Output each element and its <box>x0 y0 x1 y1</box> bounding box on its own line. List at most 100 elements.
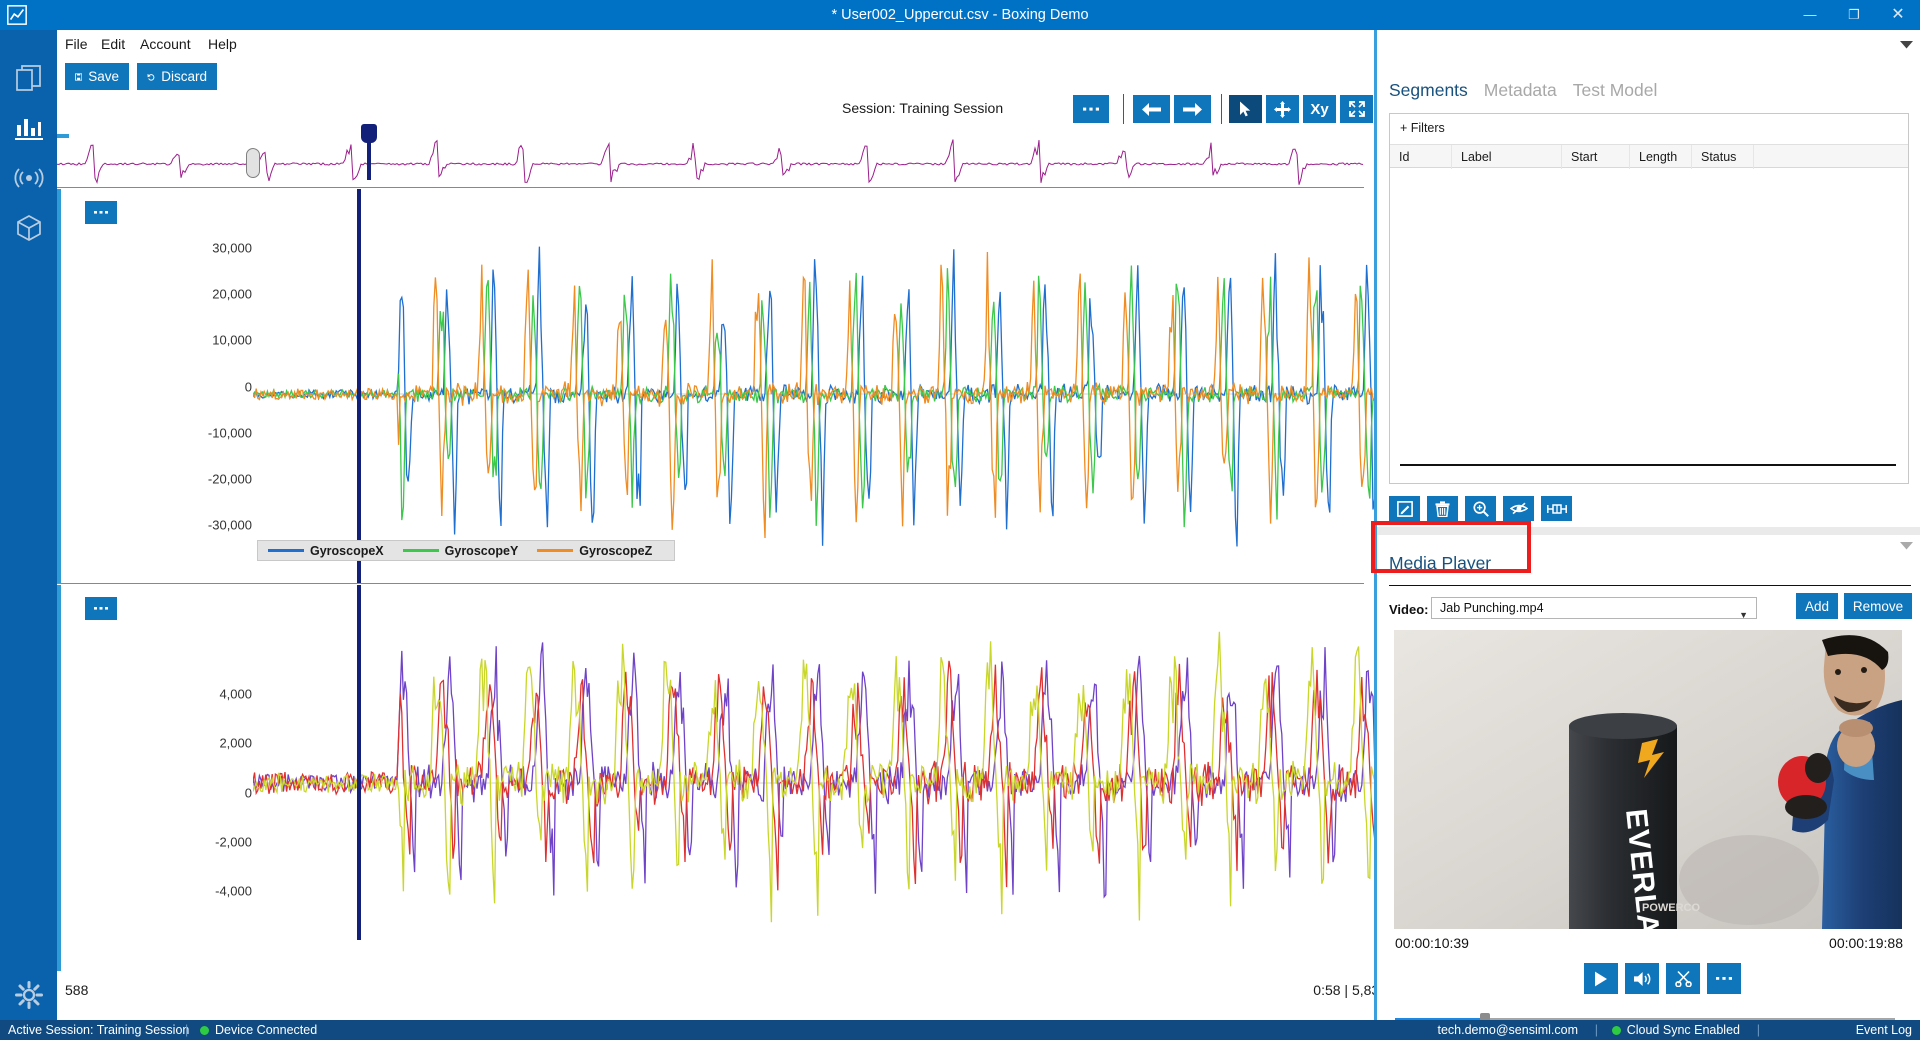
legend-item[interactable]: GyroscopeY <box>402 543 519 558</box>
delete-segment-button[interactable] <box>1427 496 1458 521</box>
select-tool-button[interactable] <box>1229 95 1262 123</box>
sample-index-value: 588 <box>65 982 89 998</box>
legend-label: GyroscopeY <box>444 543 519 558</box>
discard-button[interactable]: Discard <box>137 63 217 90</box>
sidebar-item-settings[interactable] <box>0 970 57 1020</box>
tab-segments[interactable]: Segments <box>1389 80 1468 101</box>
media-player-highlight-box <box>1371 521 1531 573</box>
status-bar: Active Session: Training Session | Devic… <box>0 1020 1920 1040</box>
ellipsis-icon <box>1716 977 1732 980</box>
previous-file-button[interactable] <box>1133 95 1170 123</box>
column-header[interactable]: Status <box>1692 145 1754 169</box>
legend-color-swatch <box>268 549 304 552</box>
status-account-email[interactable]: tech.demo@sensiml.com <box>1437 1020 1578 1040</box>
accelerometer-chart-options-button[interactable] <box>85 597 117 620</box>
status-event-log-link[interactable]: Event Log <box>1856 1020 1912 1040</box>
segments-column-header: Id Label Start Length Status <box>1390 144 1908 169</box>
media-current-time: 00:00:10:39 <box>1395 935 1469 951</box>
video-select-value: Jab Punching.mp4 <box>1440 601 1544 615</box>
command-bar: Save Discard <box>57 63 1372 99</box>
sidebar-item-model[interactable] <box>0 203 57 253</box>
hide-segment-button[interactable] <box>1503 496 1534 521</box>
y-axis-tick-label: -20,000 <box>207 471 252 487</box>
session-indicator: Session: Training Session <box>842 100 1003 116</box>
move-cross-icon <box>1274 100 1291 118</box>
legend-item[interactable]: GyroscopeX <box>268 544 384 558</box>
navigator-accent <box>57 134 69 138</box>
eye-slash-icon <box>1509 502 1528 515</box>
fit-view-button[interactable] <box>1340 95 1373 123</box>
chevron-down-icon: ▼ <box>1739 610 1748 620</box>
editor-info-bar: 588 0:58 | 5,836 <box>57 971 1414 1020</box>
xy-tool-button[interactable]: Xy <box>1303 95 1336 123</box>
segments-filters-toggle[interactable]: + Filters <box>1400 121 1445 135</box>
media-title-rule <box>1389 585 1911 586</box>
accelerometer-playhead[interactable] <box>357 585 361 940</box>
magnifier-plus-icon <box>1472 500 1489 517</box>
media-collapse-button[interactable] <box>1898 541 1914 557</box>
arrow-right-icon <box>1183 102 1202 116</box>
accelerometer-traces <box>253 631 1408 923</box>
segments-collapse-button[interactable] <box>1898 40 1914 56</box>
maximize-button[interactable]: ❐ <box>1832 0 1876 30</box>
column-header[interactable]: Id <box>1390 145 1452 169</box>
segments-grid-bottom-rule <box>1400 464 1896 466</box>
sidebar-item-data-explorer[interactable] <box>0 103 57 153</box>
clip-button[interactable] <box>1666 963 1700 994</box>
legend-color-swatch <box>402 549 439 552</box>
column-header[interactable]: Length <box>1630 145 1692 169</box>
save-button[interactable]: Save <box>65 63 129 90</box>
video-select[interactable]: Jab Punching.mp4 ▼ <box>1431 597 1757 620</box>
tab-test-model[interactable]: Test Model <box>1573 80 1658 101</box>
session-more-button[interactable] <box>1073 95 1109 123</box>
cube-icon <box>16 215 41 241</box>
window-title: * User002_Uppercut.csv - Boxing Demo <box>831 7 1089 23</box>
play-button[interactable] <box>1584 963 1618 994</box>
close-button[interactable]: ✕ <box>1876 0 1920 30</box>
gyroscope-plot-area[interactable] <box>253 189 1408 583</box>
expand-arrows-icon <box>1348 101 1365 117</box>
column-header[interactable]: Label <box>1452 145 1562 169</box>
menu-file[interactable]: File <box>57 30 96 58</box>
cloud-sync-dot <box>1611 1025 1621 1035</box>
edit-segment-button[interactable] <box>1389 496 1420 521</box>
chevron-down-icon <box>1899 542 1913 550</box>
gyroscope-chart[interactable]: 30,000 20,000 10,000 0 -10,000 -20,000 -30,000… <box>57 189 1408 584</box>
menu-edit[interactable]: Edit <box>93 30 133 58</box>
menu-account[interactable]: Account <box>132 30 199 58</box>
status-device: Device Connected <box>200 1020 317 1040</box>
series-line <box>253 631 1408 923</box>
gyroscope-playhead[interactable] <box>357 189 361 583</box>
navigator-handle-left[interactable] <box>246 148 260 178</box>
status-separator-3: | <box>1756 1023 1760 1037</box>
tab-metadata[interactable]: Metadata <box>1484 80 1557 101</box>
accelerometer-plot-area[interactable] <box>253 585 1408 1000</box>
sidebar-item-live-capture[interactable] <box>0 153 57 203</box>
zoom-segment-button[interactable] <box>1465 496 1496 521</box>
minimize-button[interactable]: — <box>1788 0 1832 30</box>
segments-tab-strip: Segments Metadata Test Model <box>1389 80 1657 101</box>
video-preview[interactable]: EVERLAST POWERCO <box>1394 630 1902 929</box>
navigator-playhead-knob[interactable] <box>361 124 377 143</box>
status-session-prefix: Active Session: <box>8 1023 94 1037</box>
fit-segment-button[interactable] <box>1541 496 1572 521</box>
gyroscope-chart-options-button[interactable] <box>85 201 117 224</box>
volume-button[interactable] <box>1625 963 1659 994</box>
sidebar-item-documents[interactable] <box>0 54 57 104</box>
y-axis-tick-label: 0 <box>244 785 252 800</box>
segments-panel: Segments Metadata Test Model + Filters I… <box>1377 34 1920 523</box>
segments-grid[interactable]: + Filters Id Label Start Length Status <box>1389 113 1909 484</box>
legend-color-swatch <box>537 549 574 552</box>
toolbar-separator-2 <box>1221 94 1222 124</box>
media-more-button[interactable] <box>1707 963 1741 994</box>
ellipsis-icon <box>94 607 108 610</box>
add-video-button[interactable]: Add <box>1796 593 1838 619</box>
pan-tool-button[interactable] <box>1266 95 1299 123</box>
accelerometer-chart[interactable]: 4,0002,0000-2,000-4,000 AccelerometerXAc… <box>57 585 1408 1000</box>
legend-item[interactable]: GyroscopeZ <box>537 544 652 558</box>
next-file-button[interactable] <box>1174 95 1211 123</box>
menu-help[interactable]: Help <box>200 30 245 58</box>
column-header[interactable]: Start <box>1562 145 1630 169</box>
remove-video-button[interactable]: Remove <box>1844 593 1912 619</box>
undo-arrow-icon <box>147 73 155 81</box>
